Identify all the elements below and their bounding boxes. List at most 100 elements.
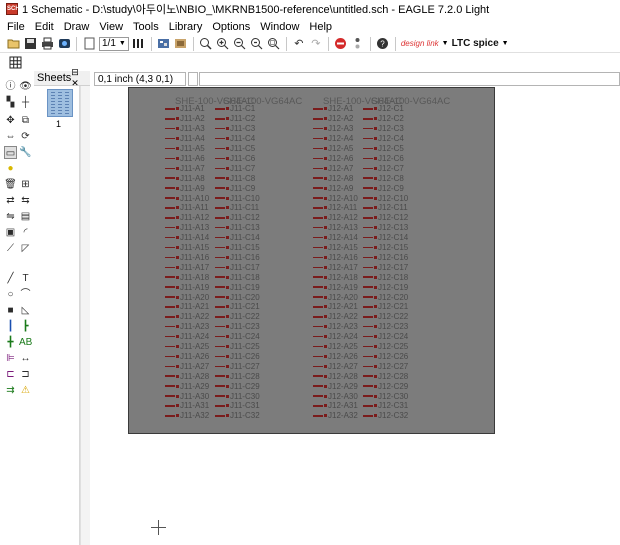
pin-label: J11-A25 xyxy=(165,342,209,352)
cam-icon[interactable] xyxy=(57,37,71,51)
rotate-icon[interactable]: ⟳ xyxy=(19,130,32,143)
copy-icon[interactable]: ⧉ xyxy=(19,114,32,127)
pin-dot xyxy=(324,246,327,250)
pin-wire xyxy=(215,375,225,377)
pin-name: J12-C18 xyxy=(378,272,409,282)
menu-library[interactable]: Library xyxy=(164,21,208,33)
menu-file[interactable]: File xyxy=(2,21,30,33)
pin-label: J11-A15 xyxy=(165,243,209,253)
board-icon[interactable] xyxy=(157,37,171,51)
command-line-input[interactable] xyxy=(199,72,620,86)
pin-label: J11-C10 xyxy=(215,193,260,203)
stop-icon[interactable] xyxy=(334,37,348,51)
mirror-icon[interactable]: ⇔ xyxy=(4,130,17,143)
errors-icon[interactable]: ⚠ xyxy=(19,384,32,397)
text-icon[interactable]: T xyxy=(19,272,32,285)
group-icon[interactable]: ▭ xyxy=(4,146,17,159)
junction-icon[interactable]: ╋ xyxy=(4,336,17,349)
sheet-thumbnail[interactable] xyxy=(47,89,73,117)
pin-wire xyxy=(165,415,175,417)
erc-icon[interactable]: ⇉ xyxy=(4,384,17,397)
sheet-select-icon[interactable] xyxy=(82,37,96,51)
zoom-fit-icon[interactable] xyxy=(199,37,213,51)
pin-label: J11-C31 xyxy=(215,401,260,411)
pin-dot xyxy=(226,414,229,418)
zoom-out-icon[interactable] xyxy=(233,37,247,51)
pin-dot xyxy=(324,226,327,230)
split-icon[interactable]: ⟋ xyxy=(4,242,17,255)
pin-wire xyxy=(215,306,225,308)
menu-help[interactable]: Help xyxy=(304,21,337,33)
polygon-icon[interactable]: ◺ xyxy=(19,304,32,317)
zoom-in-icon[interactable] xyxy=(216,37,230,51)
undo-icon[interactable]: ↶ xyxy=(292,37,306,51)
menu-view[interactable]: View xyxy=(94,21,128,33)
pin-wire xyxy=(165,316,175,318)
pin-dot xyxy=(374,246,377,250)
grid-icon[interactable] xyxy=(8,55,22,69)
paste-icon[interactable]: ● xyxy=(4,162,17,175)
rect-icon[interactable]: ■ xyxy=(4,304,17,317)
frame-icon[interactable]: ⊏ xyxy=(4,368,17,381)
module-icon[interactable]: ⊐ xyxy=(19,368,32,381)
pin-wire xyxy=(313,296,323,298)
library-icon[interactable] xyxy=(174,37,188,51)
miter-icon[interactable]: ◸ xyxy=(19,242,32,255)
show-eye-icon[interactable]: 👁 xyxy=(19,80,32,93)
help-icon[interactable]: ? xyxy=(376,37,390,51)
zoom-select[interactable]: 1/1 ▼ xyxy=(99,36,129,51)
save-icon[interactable] xyxy=(23,37,37,51)
pinswap-icon[interactable]: ⇄ xyxy=(4,194,17,207)
info-icon[interactable]: ⓘ xyxy=(4,80,17,93)
pin-label: J12-A22 xyxy=(313,312,358,322)
menu-options[interactable]: Options xyxy=(207,21,255,33)
menu-edit[interactable]: Edit xyxy=(30,21,59,33)
circle-icon[interactable]: ○ xyxy=(4,288,17,301)
sheets-scrollbar[interactable] xyxy=(80,86,90,545)
zoom-redraw-icon[interactable] xyxy=(250,37,264,51)
pin-name: J12-C23 xyxy=(378,322,409,332)
display-icon[interactable]: ▚ xyxy=(4,96,17,109)
menu-tools[interactable]: Tools xyxy=(128,21,164,33)
bus-icon[interactable]: ┃ xyxy=(4,320,17,333)
name-icon[interactable]: ▤ xyxy=(19,210,32,223)
pin-label: J12-A12 xyxy=(313,213,358,223)
menu-draw[interactable]: Draw xyxy=(59,21,95,33)
add-icon[interactable]: ⊞ xyxy=(19,178,32,191)
ltcspice-button[interactable]: LTC spice xyxy=(452,38,499,48)
chevron-down-icon[interactable]: ▼ xyxy=(502,40,509,47)
pin-dot xyxy=(324,305,327,309)
redo-icon[interactable]: ↷ xyxy=(309,37,323,51)
pin-wire xyxy=(363,405,373,407)
menu-window[interactable]: Window xyxy=(255,21,304,33)
pin-wire xyxy=(363,118,373,120)
designlink-button[interactable]: design link xyxy=(401,39,439,48)
gateswap-icon[interactable]: ⇆ xyxy=(19,194,32,207)
arc-icon[interactable]: ⌒ xyxy=(19,288,32,301)
pin-label: J11-C18 xyxy=(215,272,260,282)
chevron-down-icon[interactable]: ▼ xyxy=(442,40,449,47)
layers-icon[interactable] xyxy=(132,37,146,51)
pin-name: J11-A10 xyxy=(180,193,210,203)
move-icon[interactable]: ✥ xyxy=(4,114,17,127)
pin-wire xyxy=(313,335,323,338)
pin-dot xyxy=(226,216,229,220)
value-icon[interactable]: ▣ xyxy=(4,226,17,239)
pin-label: J12-A20 xyxy=(313,292,358,302)
label-icon[interactable]: AB xyxy=(19,336,32,349)
wire-icon[interactable]: ╱ xyxy=(4,272,17,285)
go-icon[interactable] xyxy=(351,37,365,51)
dimension-icon[interactable]: ↔ xyxy=(19,352,32,365)
change-icon[interactable]: 🔧 xyxy=(19,146,32,159)
mark-icon[interactable]: ┼ xyxy=(19,96,32,109)
open-icon[interactable] xyxy=(6,37,20,51)
attribute-icon[interactable]: ⊫ xyxy=(4,352,17,365)
replace-icon[interactable]: ⇋ xyxy=(4,210,17,223)
print-icon[interactable] xyxy=(40,37,54,51)
delete-icon[interactable]: 🗑 xyxy=(4,178,17,191)
pin-wire xyxy=(313,345,323,348)
pin-wire xyxy=(363,306,373,308)
net-icon[interactable]: ┣ xyxy=(19,320,32,333)
smash-icon[interactable]: ◜ xyxy=(19,226,32,239)
zoom-select-icon[interactable] xyxy=(267,37,281,51)
